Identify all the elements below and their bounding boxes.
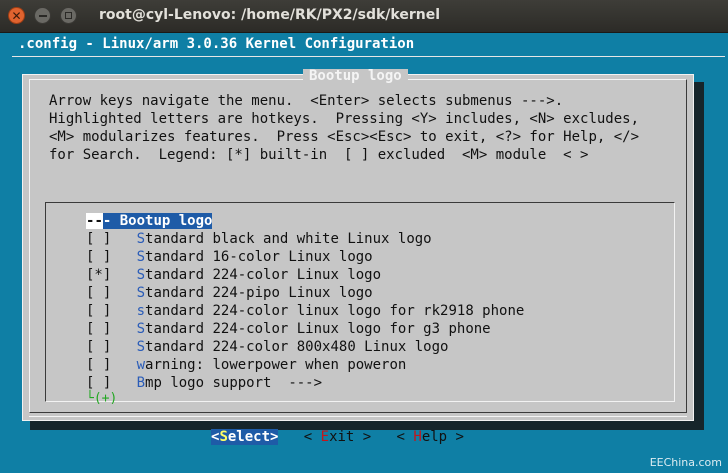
item-label: tandard 224-color Linux logo <box>145 267 382 283</box>
item-label: tandard 224-pipo Linux logo <box>145 285 373 301</box>
item-label: tandard 224-color 800x480 Linux logo <box>145 339 449 355</box>
menu-header-bootup-logo[interactable]: --- Bootup logo <box>86 212 524 230</box>
menu-box: --- Bootup logo [ ] Standard black and w… <box>45 202 675 406</box>
item-label: tandard 224-color linux logo for rk2918 … <box>145 303 525 319</box>
window-titlebar: ✕ root@cyl-Lenovo: /home/RK/PX2/sdk/kern… <box>0 0 728 33</box>
menu-item-rk2918-logo[interactable]: [ ] standard 224-color linux logo for rk… <box>86 302 524 320</box>
terminal-area: .config - Linux/arm 3.0.36 Kernel Config… <box>0 33 728 473</box>
checkbox[interactable]: [ ] <box>86 357 111 373</box>
config-title: .config - Linux/arm 3.0.36 Kernel Config… <box>18 36 415 52</box>
menu-item-224-pipo-logo[interactable]: [ ] Standard 224-pipo Linux logo <box>86 284 524 302</box>
watermark: EEChina.com <box>649 456 722 469</box>
item-label: tandard black and white Linux logo <box>145 231 432 247</box>
help-line: <M> modularizes features. Press <Esc><Es… <box>49 129 640 145</box>
menu-item-224-color-logo[interactable]: [*] Standard 224-color Linux logo <box>86 266 524 284</box>
hotkey-letter: S <box>136 321 146 337</box>
item-label: tandard 224-color Linux logo for g3 phon… <box>145 321 491 337</box>
header-label: Bootup logo <box>111 213 213 229</box>
header-marker-mid: - <box>94 213 103 229</box>
checkbox[interactable]: [ ] <box>86 375 111 391</box>
close-icon: ✕ <box>11 8 22 23</box>
item-label: tandard 16-color Linux logo <box>145 249 373 265</box>
menu-item-black-white-logo[interactable]: [ ] Standard black and white Linux logo <box>86 230 524 248</box>
select-button[interactable]: <Select> <box>211 429 279 445</box>
menu-item-16-color-logo[interactable]: [ ] Standard 16-color Linux logo <box>86 248 524 266</box>
help-line: for Search. Legend: [*] built-in [ ] exc… <box>49 147 589 163</box>
maximize-window-button[interactable] <box>60 7 77 24</box>
menu-item-lowerpower-warning[interactable]: [ ] warning: lowerpower when poweron <box>86 356 524 374</box>
bootup-logo-dialog: Bootup logo Arrow keys navigate the menu… <box>22 69 694 445</box>
hotkey-letter: S <box>136 231 146 247</box>
menu-item-g3-logo[interactable]: [ ] Standard 224-color Linux logo for g3… <box>86 320 524 338</box>
maximize-icon <box>65 12 72 19</box>
hotkey-letter: w <box>136 357 146 373</box>
hotkey-letter: S <box>136 267 146 283</box>
exit-button[interactable]: < Exit > <box>304 429 371 445</box>
menu-item-800x480-logo[interactable]: [ ] Standard 224-color 800x480 Linux log… <box>86 338 524 356</box>
exit-hotkey: E <box>320 429 330 445</box>
hotkey-letter: S <box>136 249 146 265</box>
checkbox[interactable]: [*] <box>86 267 111 283</box>
window-title: root@cyl-Lenovo: /home/RK/PX2/sdk/kernel <box>99 7 441 23</box>
checkbox[interactable]: [ ] <box>86 321 111 337</box>
item-label: arning: lowerpower when poweron <box>145 357 407 373</box>
buttons-separator <box>29 416 687 417</box>
menu-items: --- Bootup logo [ ] Standard black and w… <box>86 212 524 392</box>
config-title-rule <box>12 56 725 57</box>
minimize-icon <box>38 14 47 17</box>
close-window-button[interactable]: ✕ <box>8 7 25 24</box>
checkbox[interactable]: [ ] <box>86 339 111 355</box>
checkbox[interactable]: [ ] <box>86 303 111 319</box>
minimize-window-button[interactable] <box>34 7 51 24</box>
help-text: Arrow keys navigate the menu. <Enter> se… <box>49 92 639 164</box>
help-line: Arrow keys navigate the menu. <Enter> se… <box>49 93 564 109</box>
button-row: <Select> < Exit > < Help > <box>211 428 464 446</box>
hotkey-letter: S <box>136 339 146 355</box>
hotkey-letter: B <box>136 375 146 391</box>
item-label: mp logo support ---> <box>145 375 323 391</box>
hotkey-letter: s <box>136 303 146 319</box>
hotkey-letter: S <box>136 285 146 301</box>
dialog-title: Bootup logo <box>303 69 408 83</box>
help-line: Highlighted letters are hotkeys. Pressin… <box>49 111 640 127</box>
checkbox[interactable]: [ ] <box>86 231 111 247</box>
dialog-shadow-right <box>694 82 704 422</box>
checkbox[interactable]: [ ] <box>86 285 111 301</box>
help-hotkey: H <box>413 429 422 445</box>
select-hotkey: S <box>219 429 228 445</box>
menu-item-bmp-logo-support[interactable]: [ ] Bmp logo support ---> <box>86 374 524 392</box>
checkbox[interactable]: [ ] <box>86 249 111 265</box>
help-button[interactable]: < Help > <box>397 429 464 445</box>
more-items-indicator: └(+) <box>86 391 118 406</box>
